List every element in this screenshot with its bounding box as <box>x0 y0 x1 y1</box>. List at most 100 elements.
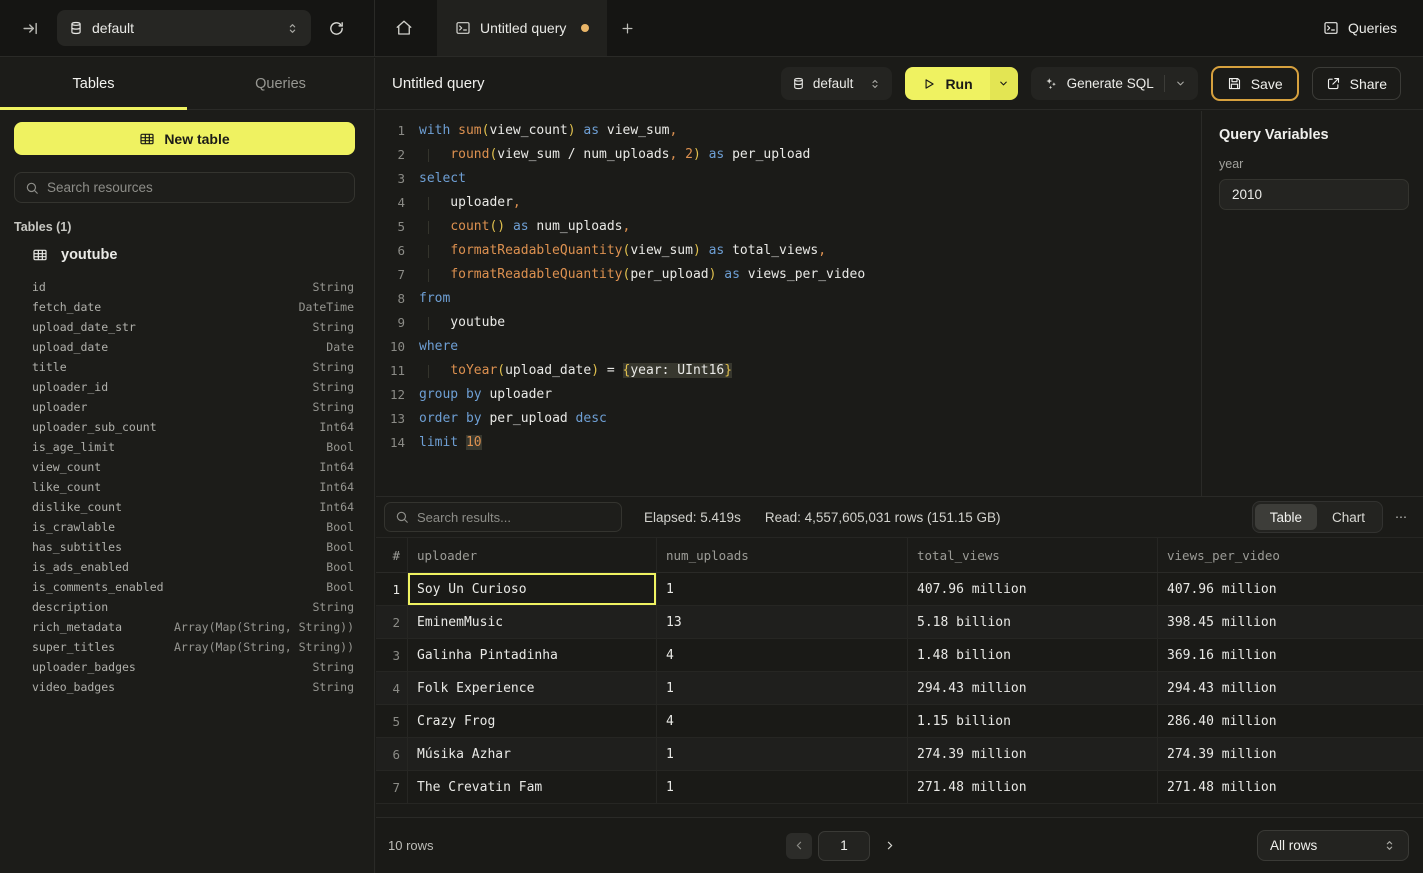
share-icon <box>1326 76 1341 91</box>
table-cell[interactable]: 271.48 million <box>908 771 1158 804</box>
variable-input[interactable] <box>1219 179 1409 210</box>
code-token: sum <box>458 123 481 138</box>
code-token: () <box>489 219 505 234</box>
page-size-select[interactable]: All rows <box>1257 830 1409 861</box>
schema-column-row: super_titlesArray(Map(String, String)) <box>0 637 375 657</box>
code-token: view_sum / num_uploads <box>497 147 669 162</box>
table-cell[interactable]: 1 <box>657 573 908 606</box>
table-cell[interactable]: Folk Experience <box>408 672 657 705</box>
line-number: 13 <box>376 411 405 426</box>
table-cell[interactable]: 1.15 billion <box>908 705 1158 738</box>
generate-sql-button[interactable]: Generate SQL <box>1031 67 1198 100</box>
home-icon[interactable] <box>384 19 424 37</box>
table-cell[interactable]: 1 <box>657 672 908 705</box>
table-cell[interactable]: 4 <box>657 639 908 672</box>
queries-button-label: Queries <box>1348 20 1397 36</box>
queries-button[interactable]: Queries <box>1323 20 1397 36</box>
table-cell[interactable]: 1 <box>657 738 908 771</box>
column-name: uploader_badges <box>32 660 136 674</box>
table-cell[interactable]: 271.48 million <box>1158 771 1423 804</box>
new-tab-button[interactable] <box>620 21 635 36</box>
refresh-icon[interactable] <box>328 20 345 37</box>
column-type: String <box>312 400 354 414</box>
column-type: Bool <box>326 520 354 534</box>
table-cell[interactable]: 398.45 million <box>1158 606 1423 639</box>
table-cell[interactable]: Músika Azhar <box>408 738 657 771</box>
row-number-header[interactable]: # <box>376 538 408 572</box>
sidebar-table-youtube[interactable]: youtube <box>14 242 117 268</box>
table-cell[interactable]: 13 <box>657 606 908 639</box>
schema-column-row: upload_dateDate <box>0 337 375 357</box>
run-button-group: Run <box>905 67 1017 100</box>
sidebar-tab-tables[interactable]: Tables <box>0 58 187 109</box>
table-cell[interactable]: 294.43 million <box>1158 672 1423 705</box>
table-cell[interactable]: EminemMusic <box>408 606 657 639</box>
column-type: Bool <box>326 540 354 554</box>
search-results-input[interactable] <box>417 510 611 525</box>
table-row: 4Folk Experience1294.43 million294.43 mi… <box>376 672 1423 705</box>
column-header[interactable]: num_uploads <box>657 538 908 572</box>
column-type: String <box>312 320 354 334</box>
table-cell[interactable]: 274.39 million <box>908 738 1158 771</box>
table-cell[interactable]: 286.40 million <box>1158 705 1423 738</box>
sql-editor[interactable]: 1with sum(view_count) as view_sum,2 roun… <box>376 111 1201 496</box>
row-number: 4 <box>376 672 408 705</box>
database-selector[interactable]: default <box>57 10 311 46</box>
table-cell[interactable]: Crazy Frog <box>408 705 657 738</box>
variable-label: year <box>1219 157 1408 171</box>
table-cell[interactable]: Galinha Pintadinha <box>408 639 657 672</box>
schema-column-row: titleString <box>0 357 375 377</box>
new-table-button[interactable]: New table <box>14 122 355 155</box>
column-header[interactable]: uploader <box>408 538 657 572</box>
table-cell[interactable]: 294.43 million <box>908 672 1158 705</box>
code-token: with <box>419 123 458 138</box>
query-variables-panel: Query Variables year <box>1201 111 1423 496</box>
code-token: formatReadableQuantity <box>450 267 622 282</box>
table-name: youtube <box>61 247 117 263</box>
run-button[interactable]: Run <box>905 67 989 100</box>
table-cell[interactable]: 4 <box>657 705 908 738</box>
table-cell[interactable]: 5.18 billion <box>908 606 1158 639</box>
table-cell[interactable]: 369.16 million <box>1158 639 1423 672</box>
table-cell[interactable]: The Crevatin Fam <box>408 771 657 804</box>
column-header[interactable]: total_views <box>908 538 1158 572</box>
code-token: round <box>450 147 489 162</box>
view-toggle-chart[interactable]: Chart <box>1317 504 1380 530</box>
table-cell[interactable]: 407.96 million <box>1158 573 1423 606</box>
toolbar-controls: default Run Generate SQL Save <box>781 66 1401 101</box>
chevron-down-icon[interactable] <box>1175 78 1186 89</box>
more-options-icon[interactable]: ⋯ <box>1395 510 1408 524</box>
table-cell[interactable]: 1.48 billion <box>908 639 1158 672</box>
tab-queries-label: Queries <box>255 76 306 92</box>
save-button[interactable]: Save <box>1211 66 1299 101</box>
toolbar-database-selector[interactable]: default <box>781 67 893 100</box>
code-token: as <box>709 147 725 162</box>
sidebar-tab-queries[interactable]: Queries <box>187 58 374 109</box>
share-button[interactable]: Share <box>1312 67 1401 100</box>
code-token: } <box>724 363 732 378</box>
collapse-sidebar-icon[interactable] <box>22 20 39 37</box>
divider <box>1164 75 1165 92</box>
column-name: uploader_sub_count <box>32 420 157 434</box>
column-header[interactable]: views_per_video <box>1158 538 1423 572</box>
code-text: order by per_upload desc <box>419 411 607 426</box>
column-type: Int64 <box>319 500 354 514</box>
table-cell[interactable]: 407.96 million <box>908 573 1158 606</box>
page-number-input[interactable]: 1 <box>818 831 870 861</box>
line-number: 6 <box>376 243 405 258</box>
code-token <box>701 147 709 162</box>
table-cell[interactable]: Soy Un Curioso <box>408 573 657 606</box>
chevron-right-icon[interactable] <box>883 839 896 852</box>
column-name: like_count <box>32 480 101 494</box>
run-options-button[interactable] <box>990 67 1018 100</box>
column-name: is_age_limit <box>32 440 115 454</box>
code-line: 11 toYear(upload_date) = {year: UInt16} <box>376 358 1201 382</box>
table-cell[interactable]: 274.39 million <box>1158 738 1423 771</box>
database-icon <box>69 21 83 35</box>
chevron-left-icon[interactable] <box>786 833 812 859</box>
tab-untitled-query[interactable]: Untitled query <box>437 0 607 56</box>
search-resources-input[interactable] <box>47 180 344 195</box>
code-token: limit <box>419 435 466 450</box>
view-toggle-table[interactable]: Table <box>1255 504 1317 530</box>
table-cell[interactable]: 1 <box>657 771 908 804</box>
